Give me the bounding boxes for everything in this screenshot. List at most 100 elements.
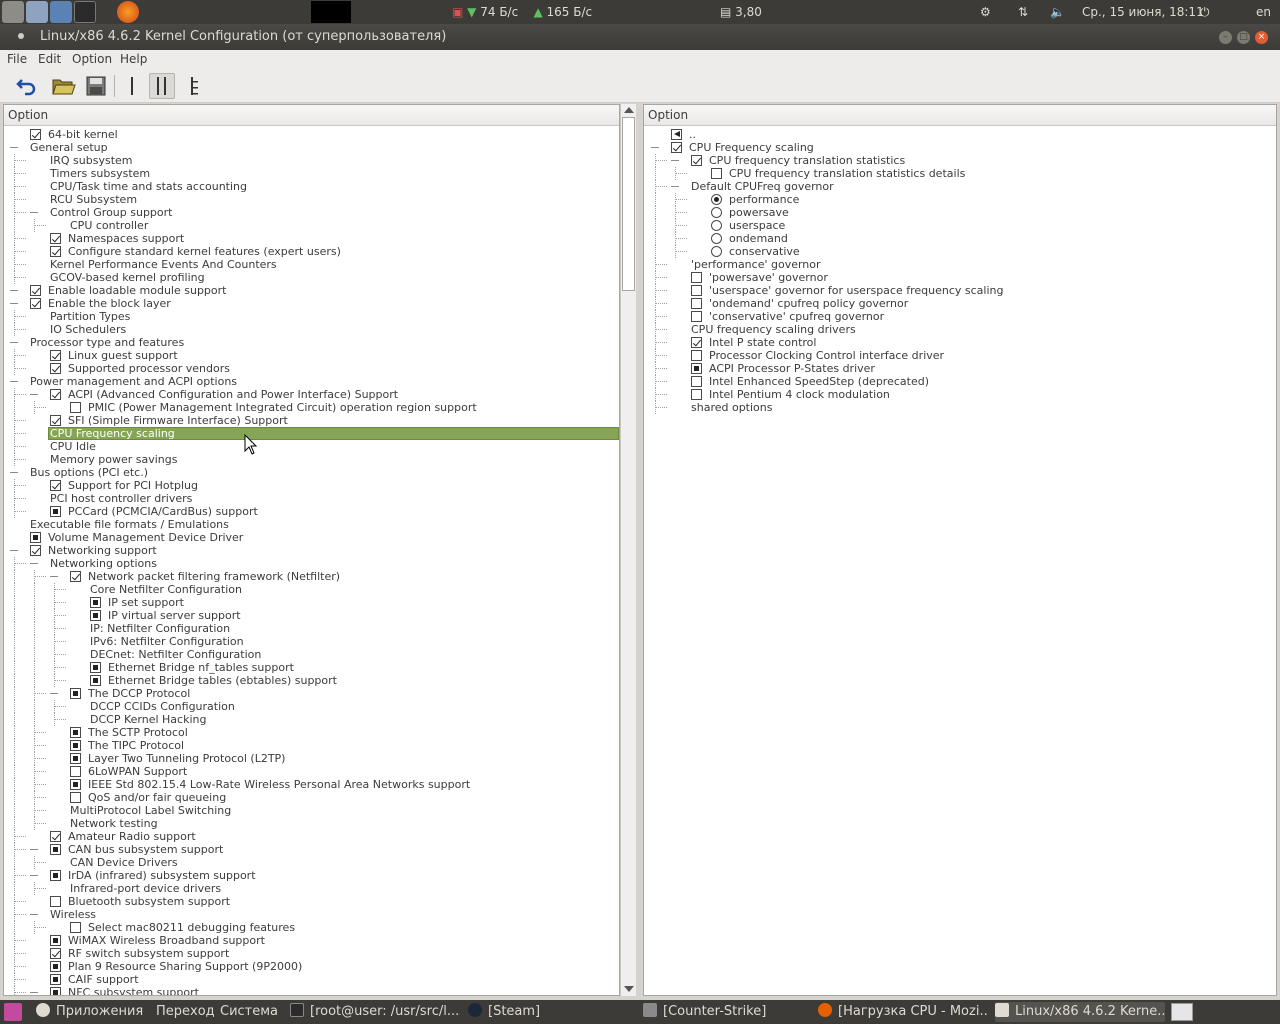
tree-row[interactable]: userspace xyxy=(644,219,1276,232)
tree-row[interactable]: ACPI (Advanced Configuration and Power I… xyxy=(4,388,619,401)
tree-row[interactable]: PMIC (Power Management Integrated Circui… xyxy=(4,401,619,414)
tree-row[interactable]: NFC subsystem support xyxy=(4,986,619,995)
tree-row[interactable]: 'ondemand' cpufreq policy governor xyxy=(644,297,1276,310)
power-icon[interactable]: ⏻ xyxy=(1200,0,1210,24)
option-checkbox[interactable] xyxy=(50,844,61,855)
tree-row[interactable]: Network testing xyxy=(4,817,619,830)
option-checkbox[interactable] xyxy=(90,610,101,621)
tree-row[interactable]: IPv6: Netfilter Configuration xyxy=(4,635,619,648)
tree-row[interactable]: Volume Management Device Driver xyxy=(4,531,619,544)
task-kernel-config[interactable]: Linux/x86 4.6.2 Kerne... xyxy=(995,1002,1165,1022)
tree-row[interactable]: 'powersave' governor xyxy=(644,271,1276,284)
tree-row[interactable]: 'userspace' governor for userspace frequ… xyxy=(644,284,1276,297)
option-checkbox[interactable] xyxy=(691,155,702,166)
menu-help[interactable]: Help xyxy=(120,52,147,66)
tree-row[interactable]: CPU frequency translation statistics det… xyxy=(644,167,1276,180)
steam-tray-icon[interactable]: ⚙ xyxy=(980,0,991,24)
option-checkbox[interactable] xyxy=(70,402,81,413)
option-checkbox[interactable] xyxy=(50,870,61,881)
left-scrollbar[interactable] xyxy=(620,104,636,996)
tree-row[interactable]: MultiProtocol Label Switching xyxy=(4,804,619,817)
option-checkbox[interactable] xyxy=(70,740,81,751)
tree-row[interactable]: Namespaces support xyxy=(4,232,619,245)
terminal-launcher-icon[interactable] xyxy=(74,1,96,23)
split-view-button[interactable] xyxy=(149,73,175,99)
radio-button[interactable] xyxy=(711,233,722,244)
option-checkbox[interactable] xyxy=(50,948,61,959)
tree-row[interactable]: Intel Pentium 4 clock modulation xyxy=(644,388,1276,401)
option-checkbox[interactable] xyxy=(691,285,702,296)
tree-row[interactable]: IO Schedulers xyxy=(4,323,619,336)
radio-button[interactable] xyxy=(711,194,722,205)
tree-row[interactable]: Timers subsystem xyxy=(4,167,619,180)
tree-row[interactable]: The SCTP Protocol xyxy=(4,726,619,739)
option-checkbox[interactable] xyxy=(90,597,101,608)
option-checkbox[interactable] xyxy=(711,168,722,179)
option-checkbox[interactable] xyxy=(70,753,81,764)
tree-row[interactable]: ondemand xyxy=(644,232,1276,245)
tree-row[interactable]: IRQ subsystem xyxy=(4,154,619,167)
option-checkbox[interactable] xyxy=(30,285,41,296)
option-checkbox[interactable] xyxy=(50,350,61,361)
option-checkbox[interactable] xyxy=(90,675,101,686)
close-button[interactable]: × xyxy=(1255,31,1268,44)
tree-row[interactable]: Power management and ACPI options xyxy=(4,375,619,388)
file-manager-launcher-icon[interactable] xyxy=(26,1,48,23)
radio-button[interactable] xyxy=(711,220,722,231)
tree-row[interactable]: QoS and/or fair queueing xyxy=(4,791,619,804)
network-tray-icon[interactable]: ⇅ xyxy=(1018,0,1028,24)
config-tree-pane[interactable]: Option 64-bit kernel General setup IRQ sub… xyxy=(3,104,620,996)
tree-row[interactable]: CAN bus subsystem support xyxy=(4,843,619,856)
tree-row[interactable]: 'performance' governor xyxy=(644,258,1276,271)
tree-row[interactable]: RF switch subsystem support xyxy=(4,947,619,960)
scroll-down-arrow-icon[interactable] xyxy=(624,986,634,992)
tree-row[interactable]: CAIF support xyxy=(4,973,619,986)
system-menu[interactable]: Система xyxy=(220,1002,278,1022)
tree-row[interactable]: CAN Device Drivers xyxy=(4,856,619,869)
option-checkbox[interactable] xyxy=(30,545,41,556)
tree-row[interactable]: General setup xyxy=(4,141,619,154)
volume-icon[interactable]: 🔈 xyxy=(1050,0,1065,24)
option-checkbox[interactable] xyxy=(30,298,41,309)
option-checkbox[interactable] xyxy=(691,363,702,374)
option-checkbox[interactable] xyxy=(70,571,81,582)
tree-row[interactable]: Default CPUFreq governor xyxy=(644,180,1276,193)
option-checkbox[interactable] xyxy=(70,922,81,933)
save-button[interactable] xyxy=(83,73,109,99)
tree-row[interactable]: The DCCP Protocol xyxy=(4,687,619,700)
option-checkbox[interactable] xyxy=(50,506,61,517)
tree-row[interactable]: IEEE Std 802.15.4 Low-Rate Wireless Pers… xyxy=(4,778,619,791)
tree-row[interactable]: Kernel Performance Events And Counters xyxy=(4,258,619,271)
tree-row[interactable]: Processor type and features xyxy=(4,336,619,349)
settings-launcher-icon[interactable] xyxy=(2,1,24,23)
task-firefox[interactable]: [Нагрузка CPU - Mozi... xyxy=(818,1002,988,1022)
tree-row[interactable]: Wireless xyxy=(4,908,619,921)
tree-row[interactable]: 6LoWPAN Support xyxy=(4,765,619,778)
firefox-launcher-icon[interactable] xyxy=(117,1,139,23)
option-checkbox[interactable] xyxy=(50,389,61,400)
tree-row[interactable]: Plan 9 Resource Sharing Support (9P2000) xyxy=(4,960,619,973)
tree-row[interactable]: CPU frequency translation statistics xyxy=(644,154,1276,167)
option-checkbox[interactable] xyxy=(691,337,702,348)
window-titlebar[interactable]: Linux/x86 4.6.2 Kernel Configuration (от… xyxy=(0,24,1280,50)
tree-row[interactable]: GCOV-based kernel profiling xyxy=(4,271,619,284)
task-steam[interactable]: [Steam] xyxy=(468,1002,638,1022)
tree-row[interactable]: Executable file formats / Emulations xyxy=(4,518,619,531)
tree-row[interactable]: CPU controller xyxy=(4,219,619,232)
tree-row[interactable]: Control Group support xyxy=(4,206,619,219)
tree-row[interactable]: powersave xyxy=(644,206,1276,219)
option-checkbox[interactable] xyxy=(691,311,702,322)
show-desktop-icon[interactable] xyxy=(4,1003,22,1021)
places-menu[interactable]: Переход xyxy=(156,1002,215,1022)
left-column-header[interactable]: Option xyxy=(4,105,619,126)
scrollbar-thumb[interactable] xyxy=(622,117,635,291)
option-checkbox[interactable] xyxy=(50,233,61,244)
tree-row[interactable]: CPU/Task time and stats accounting xyxy=(4,180,619,193)
option-checkbox[interactable] xyxy=(50,831,61,842)
option-checkbox[interactable] xyxy=(70,792,81,803)
tree-row[interactable]: PCCard (PCMCIA/CardBus) support xyxy=(4,505,619,518)
back-button[interactable] xyxy=(14,73,40,99)
tree-row[interactable]: DECnet: Netfilter Configuration xyxy=(4,648,619,661)
tree-row[interactable]: IP virtual server support xyxy=(4,609,619,622)
tree-row[interactable]: shared options xyxy=(644,401,1276,414)
